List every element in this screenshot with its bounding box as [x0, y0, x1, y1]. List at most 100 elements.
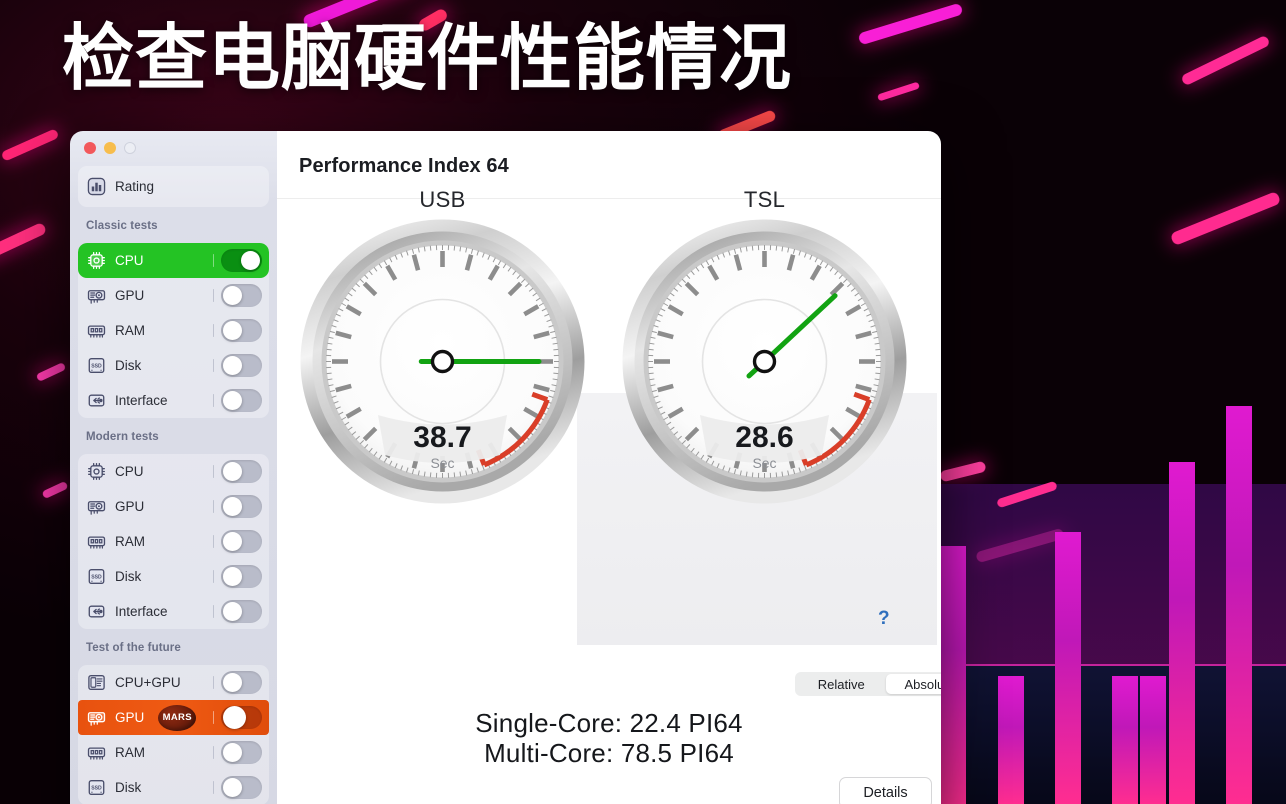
sidebar-item-label: RAM	[115, 323, 145, 338]
row-divider	[212, 359, 214, 372]
svg-text:SSD: SSD	[91, 786, 102, 792]
window-traffic-lights	[78, 131, 269, 154]
gauge-value: 28.6	[735, 421, 793, 454]
toggle-disk[interactable]	[221, 565, 262, 588]
ssd-icon: SSD	[87, 778, 106, 797]
toggle-cpu-gpu[interactable]	[221, 671, 262, 694]
toggle-gpu[interactable]	[221, 284, 262, 307]
gpu-icon	[87, 708, 106, 727]
toggle-cpu[interactable]	[221, 460, 262, 483]
sidebar-item-label: GPU	[115, 710, 145, 725]
scale-mode-segmented-control[interactable]: RelativeAbsolute	[795, 672, 941, 696]
neon-streak	[35, 362, 67, 382]
sidebar-item-ram[interactable]: RAM	[78, 313, 269, 348]
page-headline: 检查电脑硬件性能情况	[62, 16, 793, 100]
gpu-icon	[87, 497, 106, 516]
help-icon[interactable]: ?	[878, 608, 890, 630]
sidebar-section-group: CPU GPU RAM SSD Disk Interface	[78, 454, 269, 629]
ram-icon	[87, 321, 106, 340]
toggle-gpu[interactable]	[221, 495, 262, 518]
sidebar-item-label: GPU	[115, 288, 145, 303]
sidebar-item-label: GPU	[115, 499, 145, 514]
sidebar-section-group: CPU GPU RAM SSD Disk Interface	[78, 243, 269, 418]
segment-absolute[interactable]: Absolute	[885, 674, 941, 694]
app-window: Rating Classic tests CPU GPU RAM SSD Disk Inte…	[70, 131, 941, 804]
usb-icon	[87, 602, 106, 621]
toggle-cpu[interactable]	[221, 249, 262, 272]
neon-streak	[1180, 34, 1271, 87]
sidebar-item-cpu[interactable]: CPU	[78, 454, 269, 489]
sidebar-item-ram[interactable]: RAM	[78, 735, 269, 770]
toggle-knob	[241, 251, 260, 270]
toggle-knob	[223, 321, 242, 340]
ram-icon	[87, 532, 106, 551]
row-divider	[212, 535, 214, 548]
row-divider	[212, 676, 214, 689]
mars-badge: MARS	[158, 704, 197, 731]
sidebar-section-caption: Classic tests	[86, 220, 158, 232]
sidebar-item-label: RAM	[115, 745, 145, 760]
sidebar-item-disk[interactable]: SSD Disk	[78, 348, 269, 383]
sidebar-item-gpu[interactable]: GPU MARS	[78, 700, 269, 735]
sidebar-item-label: Interface	[115, 604, 168, 619]
sidebar-section-caption: Test of the future	[86, 642, 181, 654]
toggle-ram[interactable]	[221, 530, 262, 553]
close-button[interactable]	[84, 142, 96, 154]
row-divider	[212, 570, 214, 583]
svg-text:SSD: SSD	[91, 364, 102, 370]
sidebar-item-disk[interactable]: SSD Disk	[78, 559, 269, 594]
gauge-graphic: 28.6 Sec	[622, 219, 907, 504]
sidebar-item-ram[interactable]: RAM	[78, 524, 269, 559]
toggle-knob	[223, 497, 242, 516]
sidebar-item-interface[interactable]: Interface	[78, 594, 269, 629]
toggle-ram[interactable]	[221, 319, 262, 342]
zoom-button[interactable]	[124, 142, 136, 154]
row-divider	[212, 394, 214, 407]
neon-streak	[1169, 190, 1282, 247]
toggle-knob	[223, 391, 242, 410]
chart-bar	[1112, 676, 1138, 804]
toggle-knob	[223, 532, 242, 551]
sidebar-item-disk[interactable]: SSD Disk	[78, 770, 269, 804]
usb-icon	[87, 391, 106, 410]
chart-bar	[940, 546, 966, 804]
toggle-interface[interactable]	[221, 600, 262, 623]
toggle-gpu[interactable]	[221, 706, 262, 729]
toggle-knob	[223, 743, 242, 762]
sidebar-item-label: CPU	[115, 464, 144, 479]
neon-streak	[41, 480, 69, 500]
gauge-title: USB	[419, 187, 466, 212]
chart-bar	[1226, 406, 1252, 804]
details-button[interactable]: Details	[839, 777, 932, 804]
minimize-button[interactable]	[104, 142, 116, 154]
gauge-dial: 38.7Sec	[300, 219, 585, 504]
gauge-tsl: TSL 28.6 Sec	[622, 187, 907, 504]
segment-relative[interactable]: Relative	[797, 674, 886, 694]
cpu-icon	[87, 462, 106, 481]
toggle-ram[interactable]	[221, 741, 262, 764]
toggle-disk[interactable]	[221, 354, 262, 377]
ram-icon	[87, 743, 106, 762]
toggle-interface[interactable]	[221, 389, 262, 412]
toggle-disk[interactable]	[221, 776, 262, 799]
sidebar-item-cpu[interactable]: CPU	[78, 243, 269, 278]
chart-bar	[1055, 532, 1081, 804]
cpu-icon	[87, 251, 106, 270]
gauge-unit: Sec	[752, 455, 776, 471]
sidebar-item-gpu[interactable]: GPU	[78, 489, 269, 524]
sidebar-item-label: Interface	[115, 393, 168, 408]
gauge-dial: 28.6Sec	[622, 219, 907, 504]
gpu-icon	[87, 286, 106, 305]
sidebar-item-interface[interactable]: Interface	[78, 383, 269, 418]
toggle-knob	[223, 602, 242, 621]
sidebar-item-label: Disk	[115, 780, 142, 795]
gauge-unit: Sec	[430, 455, 454, 471]
gauge-title: TSL	[743, 187, 786, 212]
gauge-graphic: 38.7 Sec	[300, 219, 585, 504]
multi-core-score: Multi-Core: 78.5 PI64	[484, 738, 734, 768]
page-title: Performance Index 64	[299, 155, 509, 177]
sidebar-item-gpu[interactable]: GPU	[78, 278, 269, 313]
sidebar-item-rating[interactable]: Rating	[78, 166, 269, 207]
sidebar-item-cpu-gpu[interactable]: CPU+GPU	[78, 665, 269, 700]
toggle-knob	[223, 462, 242, 481]
